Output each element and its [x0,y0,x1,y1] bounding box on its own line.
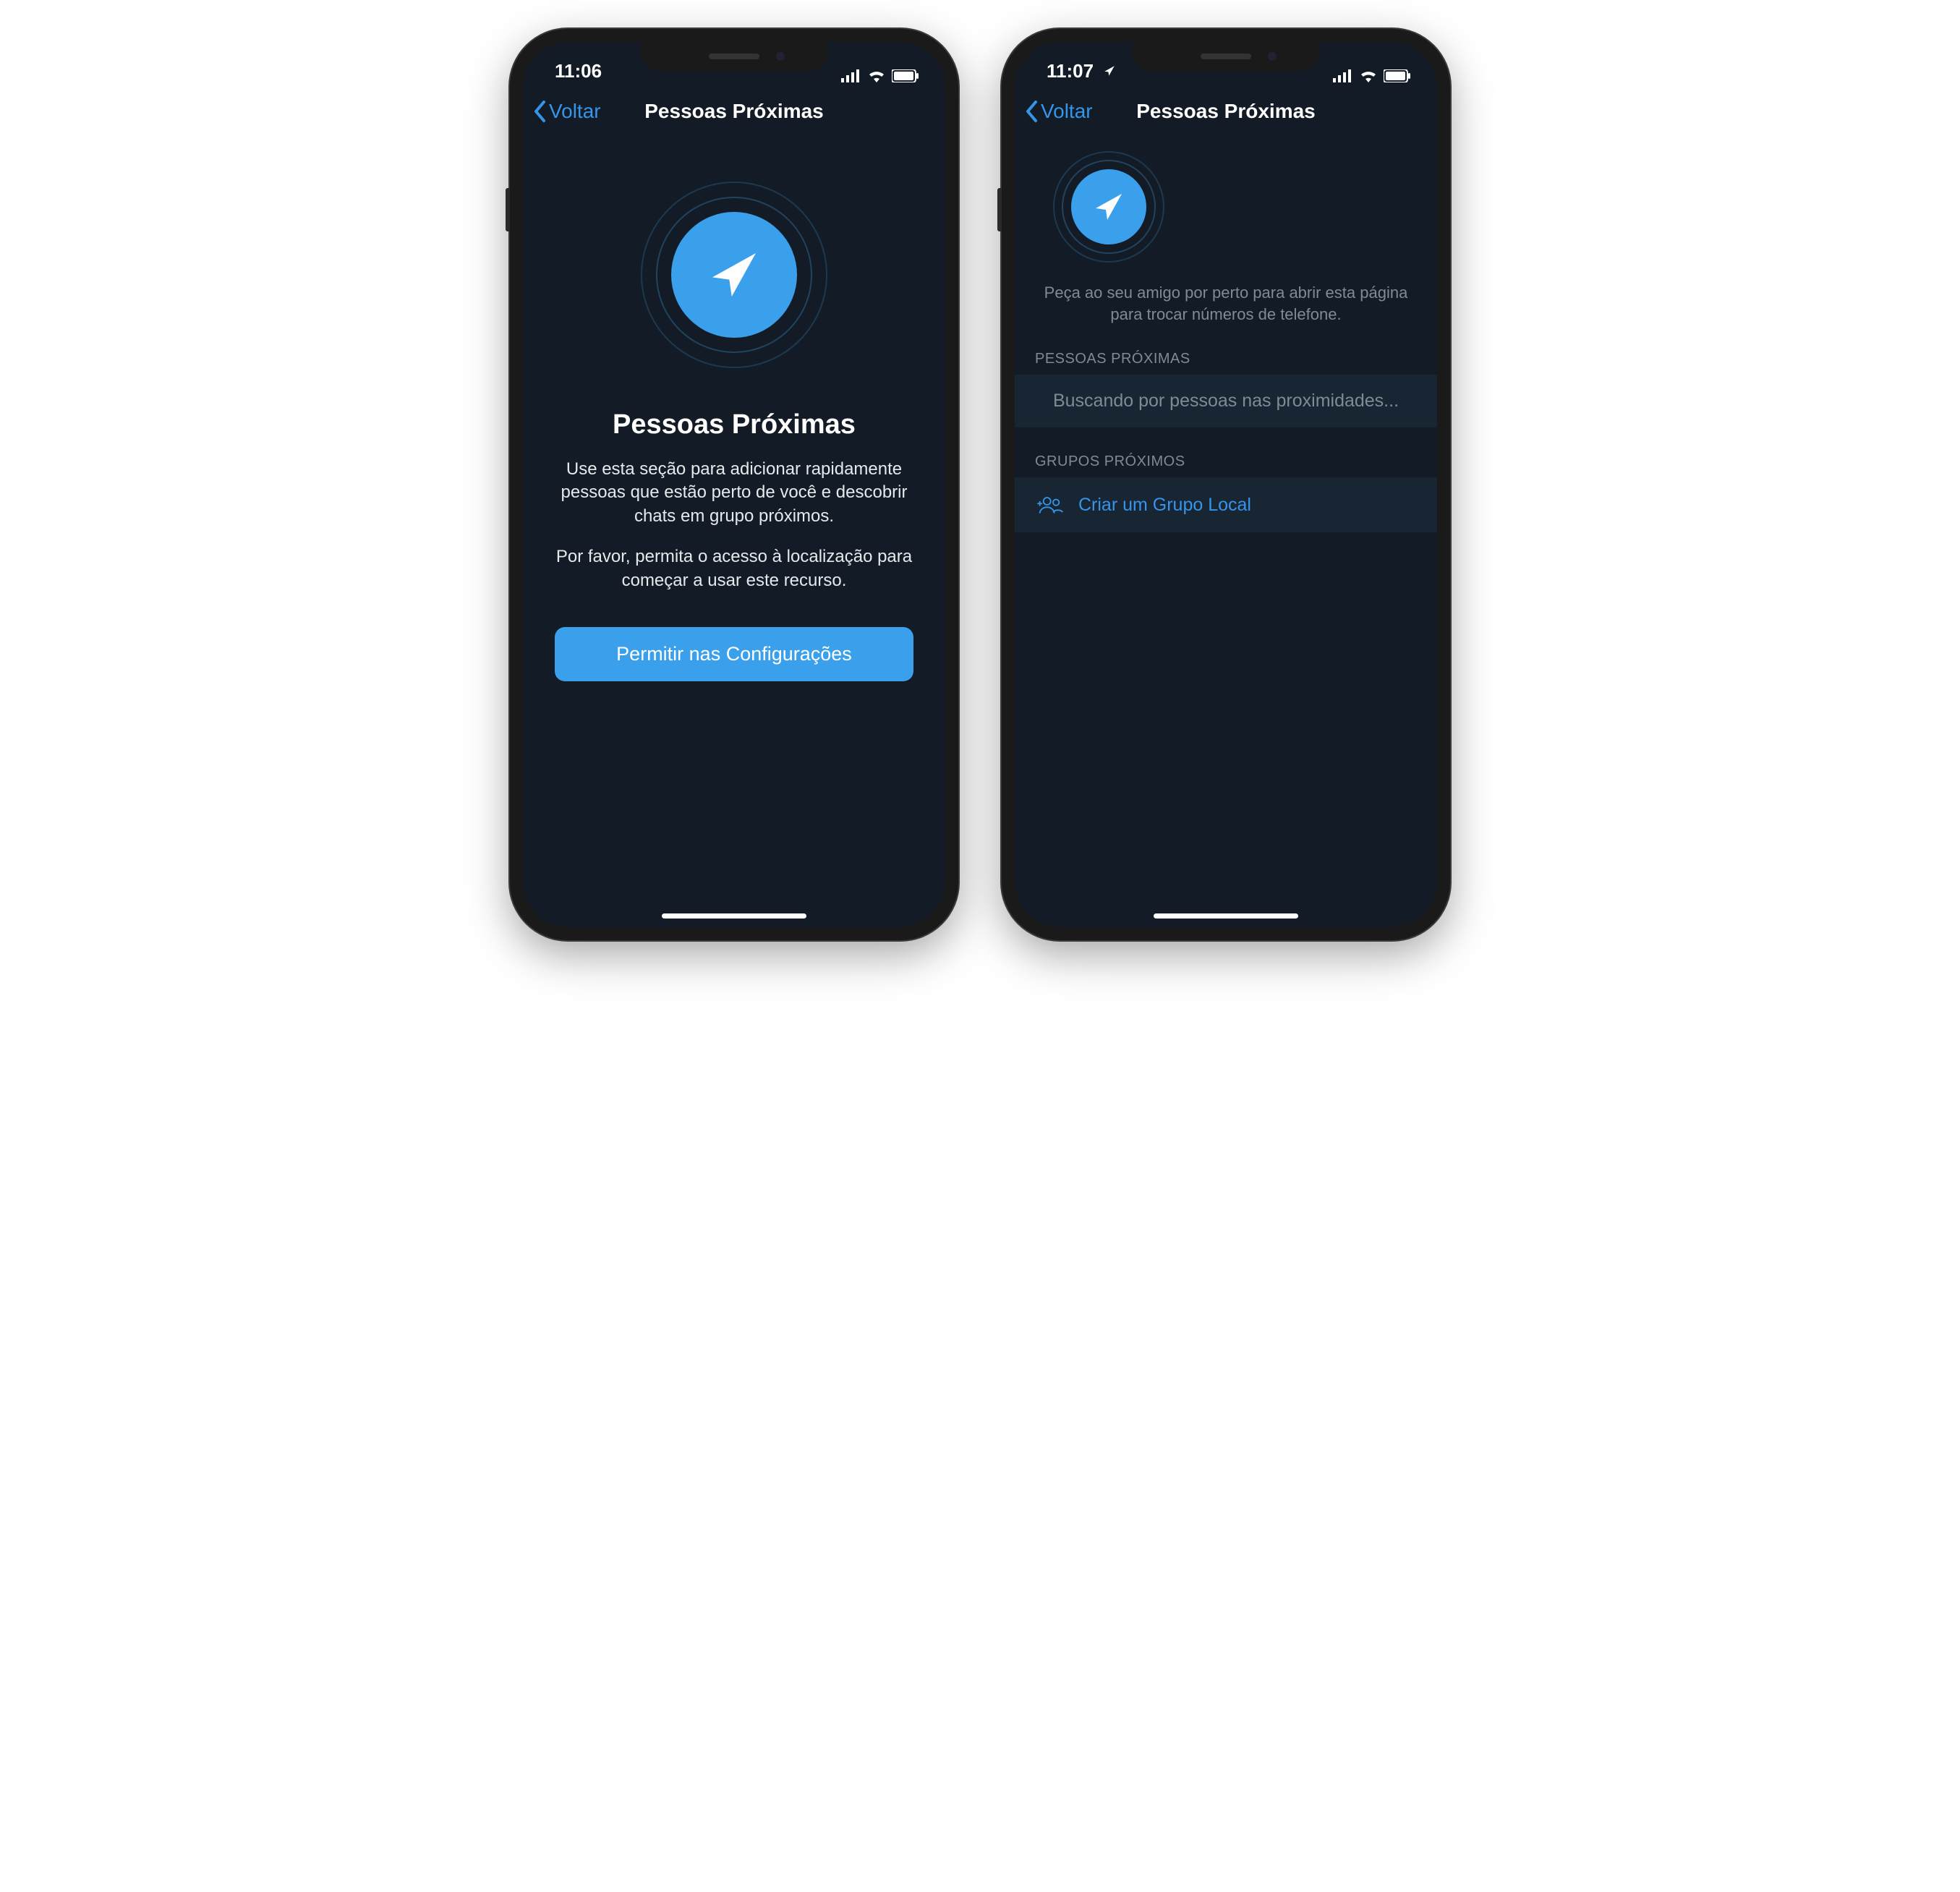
home-indicator[interactable] [662,913,806,919]
back-button[interactable]: Voltar [533,100,601,123]
battery-icon [1384,69,1411,82]
cellular-icon [1333,69,1353,82]
home-indicator[interactable] [1154,913,1298,919]
section-header-groups: GRUPOS PRÓXIMOS [1015,427,1437,477]
searching-cell: Buscando por pessoas nas proximidades... [1015,375,1437,427]
section-header-people: PESSOAS PRÓXIMAS [1015,325,1437,375]
hero-body-2: Por favor, permita o acesso à localizaçã… [555,545,913,592]
device-notch [1132,42,1320,71]
location-status-icon [1103,64,1116,77]
hero-content: Pessoas Próximas Use esta seção para adi… [523,137,945,927]
device-notch [640,42,828,71]
intro-text: Peça ao seu amigo por perto para abrir e… [1044,282,1408,325]
status-time: 11:07 [1047,60,1094,82]
battery-icon [892,69,919,82]
allow-settings-button[interactable]: Permitir nas Configurações [555,627,913,681]
create-group-cell[interactable]: Criar um Grupo Local [1015,477,1437,532]
wifi-icon [867,69,886,82]
back-label: Voltar [1041,100,1093,123]
list-content: Peça ao seu amigo por perto para abrir e… [1015,137,1437,927]
phone-right: 11:07 Voltar Pessoas Próximas [1002,29,1450,940]
status-time: 11:06 [555,60,602,82]
nav-bar: Voltar Pessoas Próximas [1015,85,1437,137]
chevron-left-icon [1025,101,1039,122]
phone-left: 11:06 Voltar Pessoas Próximas Pessoas Pr… [510,29,958,940]
back-label: Voltar [549,100,601,123]
wifi-icon [1359,69,1378,82]
location-orb-small [1044,142,1174,272]
nav-bar: Voltar Pessoas Próximas [523,85,945,137]
intro-block: Peça ao seu amigo por perto para abrir e… [1015,137,1437,325]
back-button[interactable]: Voltar [1025,100,1093,123]
searching-text: Buscando por pessoas nas proximidades... [1053,391,1399,412]
location-orb [626,166,843,383]
add-group-icon [1035,493,1064,516]
hero-title: Pessoas Próximas [613,409,856,440]
cellular-icon [841,69,861,82]
chevron-left-icon [533,101,547,122]
create-group-label: Criar um Grupo Local [1078,495,1251,516]
hero-body-1: Use esta seção para adicionar rapidament… [555,458,913,528]
